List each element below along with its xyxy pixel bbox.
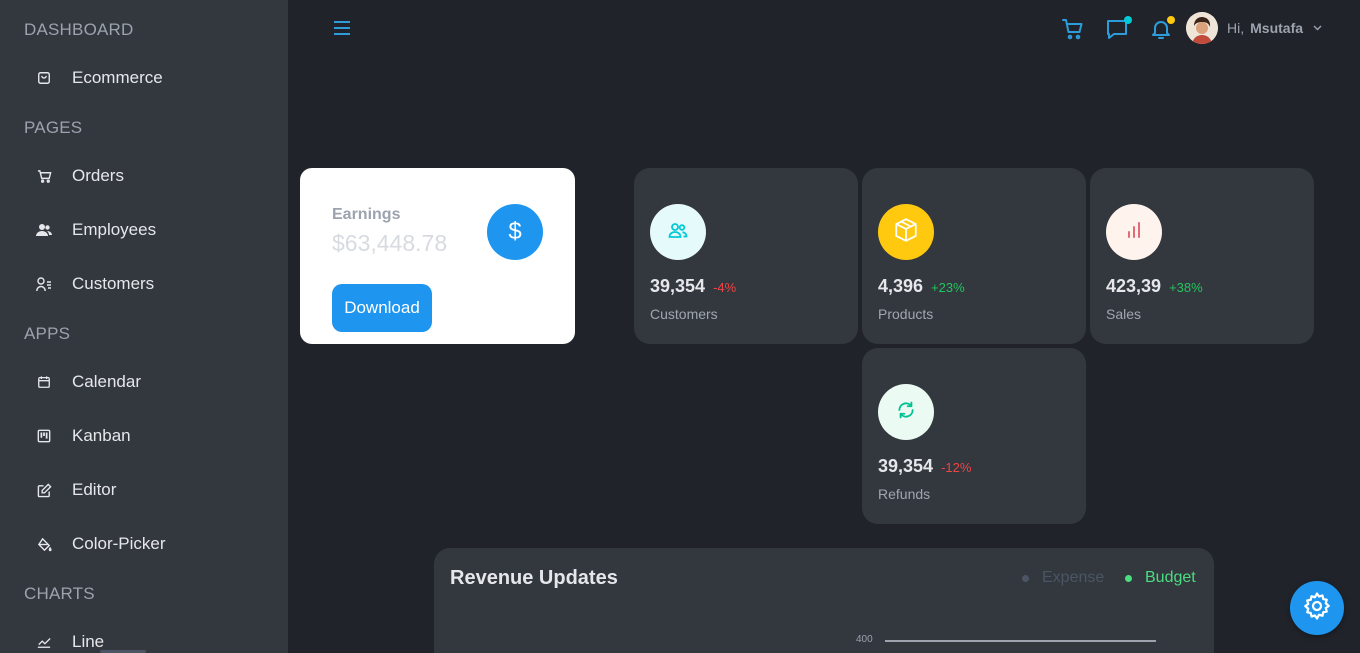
users-icon: [668, 222, 688, 243]
stat-value: 39,354: [878, 456, 934, 476]
hamburger-icon: [333, 20, 351, 41]
paint-bucket-icon: [36, 536, 52, 552]
sidebar-section-apps: APPS: [24, 324, 71, 343]
stat-change: -12%: [941, 460, 972, 475]
chat-icon: [1105, 20, 1129, 45]
chart-gridline: [885, 640, 1156, 642]
sidebar-item-line[interactable]: Line: [0, 624, 288, 653]
stat-label: Customers: [650, 306, 718, 322]
stat-value: 423,39: [1106, 276, 1162, 296]
revenue-title: Revenue Updates: [450, 567, 618, 589]
sidebar-item-calendar[interactable]: Calendar: [0, 364, 288, 400]
sidebar-item-color-picker[interactable]: Color-Picker: [0, 526, 288, 562]
stat-card-products: 4,396 +23% Products: [862, 168, 1086, 344]
sidebar-item-orders[interactable]: Orders: [0, 158, 288, 194]
refresh-icon: [896, 400, 916, 425]
legend-dot: [1125, 574, 1132, 582]
notification-dot: [1167, 16, 1175, 24]
sidebar-item-employees[interactable]: Employees: [0, 212, 288, 248]
y-axis-tick-label: 400: [856, 634, 873, 645]
box-icon: [893, 217, 919, 248]
sidebar-item-customers[interactable]: Customers: [0, 266, 288, 302]
earnings-card: Earnings $63,448.78 $ Download: [300, 168, 575, 344]
sidebar-section-dashboard: DASHBOARD: [24, 20, 134, 39]
download-button[interactable]: Download: [332, 284, 432, 332]
edit-icon: [36, 482, 52, 498]
sidebar-item-label: Editor: [72, 480, 117, 499]
refunds-icon-button[interactable]: [878, 384, 934, 440]
avatar: [1186, 12, 1218, 44]
username: Msutafa: [1250, 20, 1304, 36]
cart-icon: [1061, 19, 1085, 45]
legend-label: Budget: [1145, 569, 1196, 586]
cart-button[interactable]: [1061, 17, 1085, 41]
stat-change: +38%: [1169, 280, 1203, 295]
sidebar: DASHBOARD Ecommerce PAGES Orders Employe…: [0, 0, 288, 653]
settings-button[interactable]: [1290, 581, 1344, 635]
sidebar-item-label: Kanban: [72, 426, 131, 445]
hamburger-menu-button[interactable]: [330, 18, 354, 42]
shopping-bag-icon: [36, 70, 52, 86]
notifications-button[interactable]: [1149, 16, 1175, 41]
bar-chart-icon: [1125, 221, 1143, 244]
chat-button[interactable]: [1105, 16, 1132, 41]
stat-card-refunds: 39,354 -12% Refunds: [862, 348, 1086, 524]
sidebar-item-editor[interactable]: Editor: [0, 472, 288, 508]
revenue-updates-panel: Revenue Updates Expense Budget 400: [434, 548, 1214, 653]
stat-value: 4,396: [878, 276, 924, 296]
stat-card-sales: 423,39 +38% Sales: [1090, 168, 1314, 344]
stat-change: +23%: [931, 280, 965, 295]
stat-change: -4%: [713, 280, 737, 295]
kanban-icon: [36, 428, 52, 444]
sidebar-item-label: Calendar: [72, 372, 141, 391]
sidebar-item-label: Color-Picker: [72, 534, 166, 553]
stat-card-customers: 39,354 -4% Customers: [634, 168, 858, 344]
stat-label: Products: [878, 306, 934, 322]
users-icon: [36, 222, 52, 238]
sidebar-item-label: Customers: [72, 274, 155, 293]
earnings-title: Earnings: [332, 206, 401, 223]
greeting-text: Hi,: [1227, 20, 1245, 36]
products-icon-button[interactable]: [878, 204, 934, 260]
sidebar-item-label: Ecommerce: [72, 68, 163, 87]
sidebar-item-ecommerce[interactable]: Ecommerce: [0, 60, 288, 96]
sidebar-item-label: Orders: [72, 166, 124, 185]
line-chart-icon: [36, 634, 52, 650]
chevron-down-icon: [1313, 23, 1322, 34]
sidebar-section-pages: PAGES: [24, 118, 83, 137]
legend-expense: Expense: [1022, 569, 1104, 587]
legend-dot: [1022, 574, 1029, 582]
chat-notification-dot: [1124, 16, 1132, 24]
earnings-amount: $63,448.78: [332, 230, 448, 256]
cart-icon: [36, 168, 52, 184]
sales-icon-button[interactable]: [1106, 204, 1162, 260]
sidebar-item-label: Employees: [72, 220, 157, 239]
legend-label: Expense: [1042, 569, 1105, 586]
bell-icon: [1149, 21, 1173, 45]
sidebar-section-charts: CHARTS: [24, 584, 95, 603]
user-list-icon: [36, 276, 52, 292]
dollar-button[interactable]: $: [487, 204, 543, 260]
legend-budget: Budget: [1125, 569, 1196, 587]
stat-value: 39,354: [650, 276, 706, 296]
stat-label: Sales: [1106, 306, 1142, 322]
gear-icon: [1302, 591, 1332, 626]
calendar-icon: [36, 374, 52, 390]
dollar-icon: $: [508, 218, 522, 245]
user-profile-menu[interactable]: Hi, Msutafa: [1186, 12, 1322, 44]
stat-label: Refunds: [878, 486, 931, 502]
sidebar-item-kanban[interactable]: Kanban: [0, 418, 288, 454]
sidebar-item-label: Line: [72, 632, 105, 651]
customers-icon-button[interactable]: [650, 204, 706, 260]
